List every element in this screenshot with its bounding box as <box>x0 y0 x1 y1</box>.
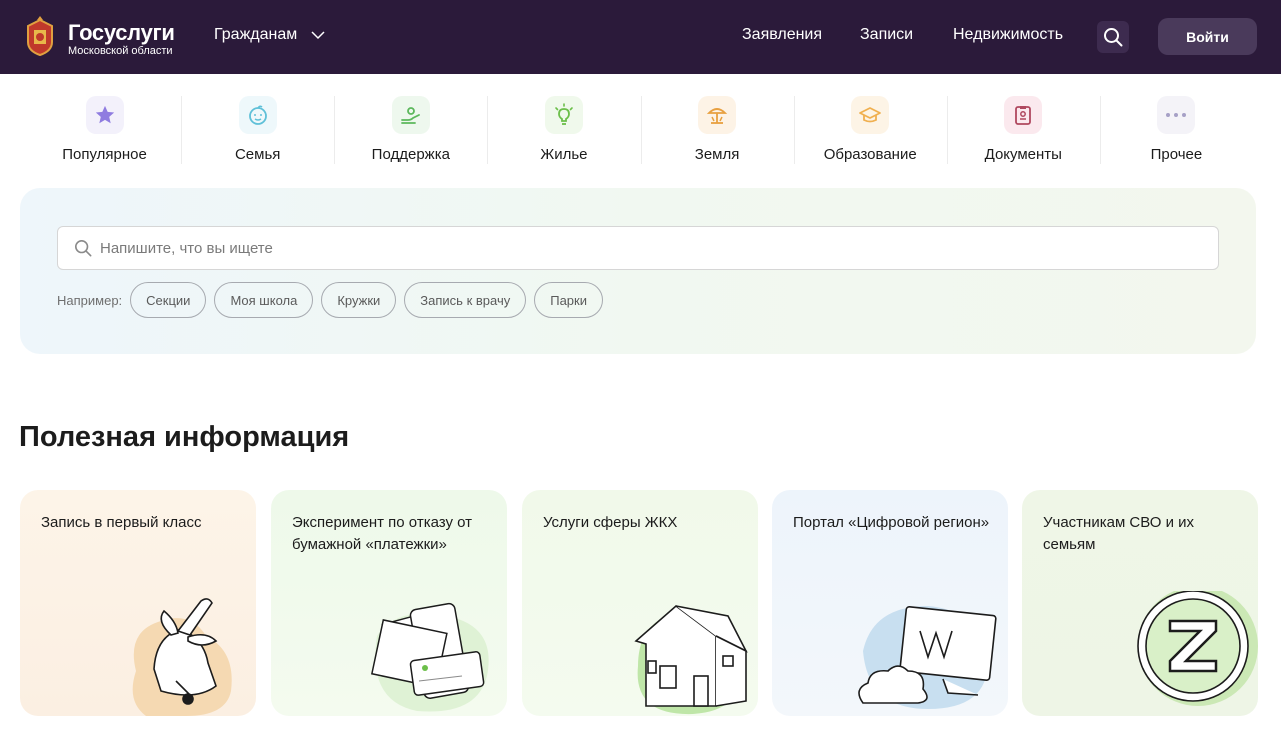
header-search-button[interactable] <box>1097 21 1129 53</box>
logo-title[interactable]: Госуслуги <box>68 20 175 46</box>
nav-appointments[interactable]: Записи <box>860 26 913 44</box>
card-title: Услуги сферы ЖКХ <box>543 514 678 531</box>
card-title: Эксперимент по отказу от бумажной «плате… <box>292 514 473 553</box>
house-icon <box>634 604 748 715</box>
document-icon <box>1004 96 1043 134</box>
category-bar: Популярное Семья Поддержка Жилье Земля О… <box>28 92 1253 168</box>
info-card-first-grade[interactable]: Запись в первый класс <box>20 490 256 716</box>
category-label: Популярное <box>62 146 147 163</box>
info-card-housing-services[interactable]: Услуги сферы ЖКХ <box>522 490 758 716</box>
land-icon <box>698 96 737 134</box>
card-title: Участникам СВО и их семьям <box>1043 514 1195 553</box>
top-header: Госуслуги Московской области Гражданам З… <box>0 0 1281 74</box>
nav-applications[interactable]: Заявления <box>742 26 822 44</box>
graduation-cap-icon <box>851 96 890 134</box>
category-label: Образование <box>823 146 917 163</box>
category-land[interactable]: Земля <box>640 92 794 168</box>
search-icon <box>1104 28 1123 47</box>
example-chip-clubs[interactable]: Кружки <box>321 282 397 318</box>
lightbulb-icon <box>544 96 583 134</box>
audience-dropdown[interactable]: Гражданам <box>214 26 325 44</box>
example-chip-doctor-appointment[interactable]: Запись к врачу <box>404 282 527 318</box>
info-card-svo-participants[interactable]: Участникам СВО и их семьям <box>1022 490 1258 716</box>
school-bell-icon <box>132 598 232 716</box>
useful-info-cards: Запись в первый класс Эксперимент по отк… <box>20 490 1258 716</box>
card-title: Портал «Цифровой регион» <box>793 514 990 531</box>
star-icon <box>85 96 124 134</box>
example-chip-my-school[interactable]: Моя школа <box>214 282 314 318</box>
category-label: Земля <box>694 146 740 163</box>
chevron-down-icon <box>311 30 325 39</box>
category-family[interactable]: Семья <box>181 92 334 168</box>
category-label: Семья <box>234 146 281 163</box>
search-icon <box>74 239 92 257</box>
z-medal-icon <box>1137 591 1258 706</box>
category-label: Прочее <box>1150 146 1203 163</box>
category-label: Документы <box>984 146 1062 163</box>
audience-label: Гражданам <box>214 26 298 43</box>
receipt-phone-icon <box>370 602 489 712</box>
monitor-cloud-icon <box>858 605 997 709</box>
info-card-digital-region[interactable]: Портал «Цифровой регион» <box>772 490 1008 716</box>
logo-subtitle: Московской области <box>68 45 173 57</box>
more-dots-icon <box>1157 96 1196 134</box>
info-card-paperless-bill[interactable]: Эксперимент по отказу от бумажной «плате… <box>271 490 507 716</box>
category-popular[interactable]: Популярное <box>28 92 181 168</box>
search-panel: Например: Секции Моя школа Кружки Запись… <box>20 188 1256 354</box>
search-field[interactable] <box>57 226 1219 270</box>
example-chip-sections[interactable]: Секции <box>130 282 207 318</box>
useful-info-title: Полезная информация <box>19 421 350 453</box>
category-housing[interactable]: Жилье <box>487 92 640 168</box>
baby-face-icon <box>238 96 277 134</box>
moscow-region-emblem-icon[interactable] <box>24 16 56 56</box>
login-button[interactable]: Войти <box>1158 18 1257 55</box>
category-support[interactable]: Поддержка <box>334 92 487 168</box>
category-label: Поддержка <box>371 146 450 163</box>
category-other[interactable]: Прочее <box>1099 92 1253 168</box>
category-label: Жилье <box>540 146 588 163</box>
search-input[interactable] <box>100 239 1200 257</box>
category-documents[interactable]: Документы <box>946 92 1100 168</box>
search-examples: Например: Секции Моя школа Кружки Запись… <box>57 282 603 318</box>
card-title: Запись в первый класс <box>41 514 202 531</box>
example-chip-parks[interactable]: Парки <box>534 282 603 318</box>
examples-label: Например: <box>57 292 123 308</box>
helping-hand-icon <box>391 96 430 134</box>
category-education[interactable]: Образование <box>793 92 947 168</box>
nav-real-estate[interactable]: Недвижимость <box>953 26 1063 44</box>
